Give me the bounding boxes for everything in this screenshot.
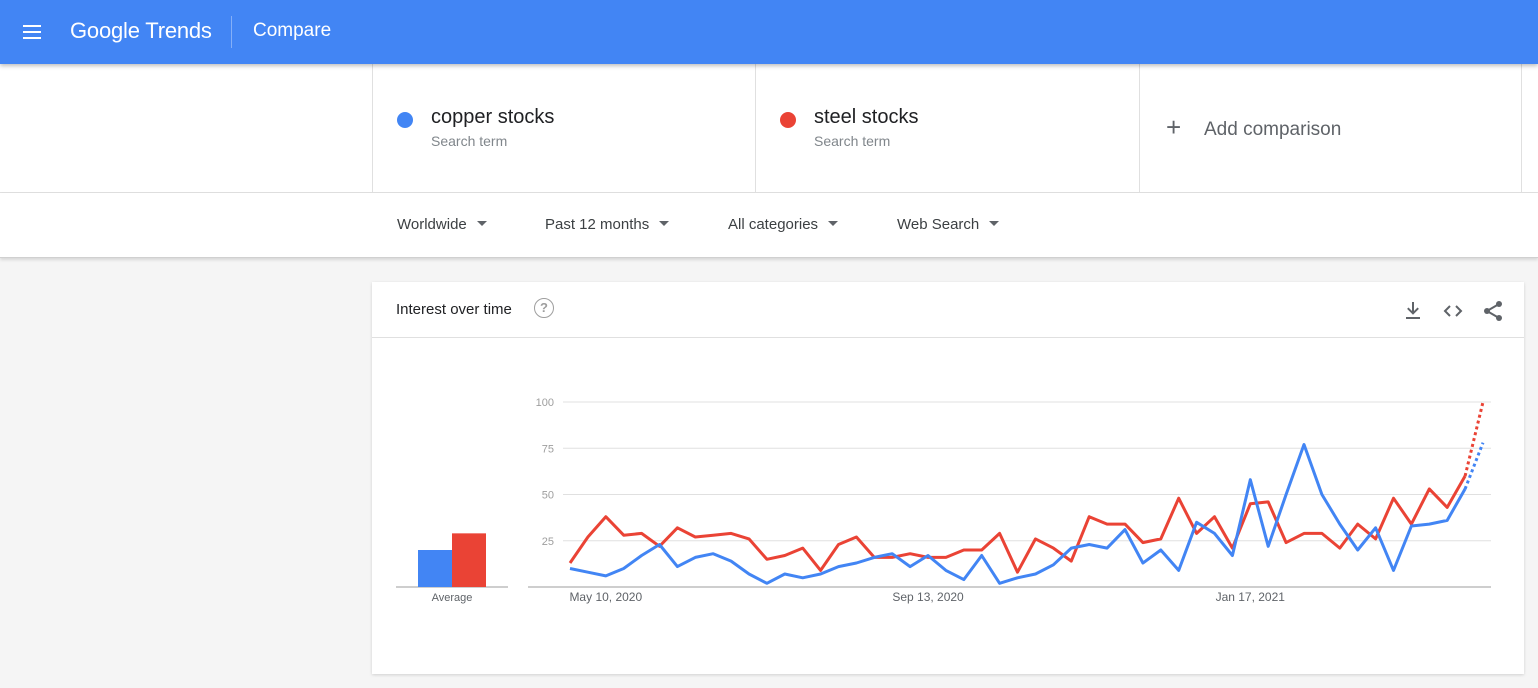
category-label: All categories: [728, 216, 819, 233]
term-subtitle: Search term: [814, 133, 891, 149]
logo-trends-text: Trends: [145, 18, 212, 43]
add-comparison-button[interactable]: + Add comparison: [1139, 64, 1522, 192]
search-type-dropdown[interactable]: Web Search: [897, 216, 1000, 233]
caret-down-icon: [659, 220, 670, 226]
top-app-bar: Google Trends Compare: [0, 0, 1538, 64]
interest-over-time-card: Interest over time ?: [372, 282, 1524, 674]
time-range-dropdown[interactable]: Past 12 months: [545, 216, 670, 233]
term-name: steel stocks: [814, 106, 919, 128]
filter-bar: Worldwide Past 12 months All categories …: [0, 193, 1538, 258]
card-title: Interest over time: [396, 301, 512, 318]
term-subtitle: Search term: [431, 133, 508, 149]
term-color-dot: [397, 112, 413, 128]
caret-down-icon: [476, 220, 487, 226]
add-comparison-label: Add comparison: [1204, 119, 1342, 140]
page-title: Compare: [253, 20, 332, 41]
caret-down-icon: [989, 220, 1000, 226]
code-icon[interactable]: [1441, 299, 1465, 323]
share-icon[interactable]: [1481, 299, 1505, 323]
term-name: copper stocks: [431, 106, 555, 128]
region-dropdown[interactable]: Worldwide: [397, 216, 487, 233]
download-icon[interactable]: [1401, 299, 1425, 323]
header-divider: [231, 16, 232, 48]
search-term-1[interactable]: copper stocks Search term: [372, 64, 756, 192]
time-range-label: Past 12 months: [545, 216, 650, 233]
card-header: Interest over time ?: [372, 282, 1524, 338]
region-label: Worldwide: [397, 216, 467, 233]
help-icon[interactable]: ?: [534, 298, 554, 318]
category-dropdown[interactable]: All categories: [728, 216, 839, 233]
plus-icon: +: [1166, 112, 1182, 142]
search-terms-bar: copper stocks Search term steel stocks S…: [0, 64, 1538, 193]
caret-down-icon: [828, 220, 839, 226]
menu-icon[interactable]: [20, 20, 44, 44]
search-term-2[interactable]: steel stocks Search term: [755, 64, 1139, 192]
search-type-label: Web Search: [897, 216, 980, 233]
term-color-dot: [780, 112, 796, 128]
google-trends-logo[interactable]: Google Trends: [70, 18, 212, 44]
logo-google-text: Google: [70, 18, 140, 43]
